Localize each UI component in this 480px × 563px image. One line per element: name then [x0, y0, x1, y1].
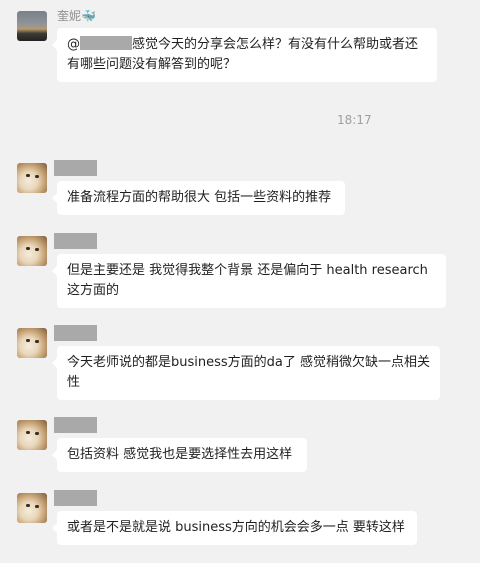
avatar[interactable]: [17, 163, 47, 193]
redacted-sender-name: [54, 325, 97, 341]
message-bubble[interactable]: @ 感觉今天的分享会怎么样？有没有什么帮助或者还有哪些问题没有解答到的呢？: [52, 28, 437, 82]
redacted-sender-name: [54, 160, 97, 176]
sender-name: 奎妮🐳: [57, 7, 96, 24]
message-text: 或者是不是就是说 business方向的机会会多一点 要转这样: [67, 520, 405, 535]
redacted-sender-name: [54, 233, 97, 249]
message-bubble[interactable]: 包括资料 感觉我也是要选择性去用这样: [52, 438, 307, 472]
message-text: 今天老师说的都是business方面的da了 感觉稍微欠缺一点相关性: [67, 355, 431, 390]
redacted-sender-name: [54, 417, 97, 433]
avatar[interactable]: [17, 420, 47, 450]
whale-icon: 🐳: [81, 9, 96, 23]
message-bubble[interactable]: 但是主要还是 我觉得我整个背景 还是偏向于 health research这方面…: [52, 254, 446, 308]
message-bubble[interactable]: 或者是不是就是说 business方向的机会会多一点 要转这样: [52, 511, 417, 545]
avatar[interactable]: [17, 236, 47, 266]
sender-name-text: 奎妮: [57, 9, 82, 23]
redacted-sender-name: [54, 490, 97, 506]
avatar[interactable]: [17, 493, 47, 523]
mention-at: @: [67, 37, 80, 52]
message-bubble[interactable]: 准备流程方面的帮助很大 包括一些资料的推荐: [52, 181, 345, 215]
avatar[interactable]: [17, 328, 47, 358]
redacted-name: [80, 36, 132, 50]
message-text: 包括资料 感觉我也是要选择性去用这样: [67, 447, 293, 462]
avatar[interactable]: [17, 11, 47, 41]
timestamp: 18:17: [337, 113, 372, 127]
message-text: 但是主要还是 我觉得我整个背景 还是偏向于 health research这方面…: [67, 263, 428, 298]
message-bubble[interactable]: 今天老师说的都是business方面的da了 感觉稍微欠缺一点相关性: [52, 346, 440, 400]
message-text: 准备流程方面的帮助很大 包括一些资料的推荐: [67, 190, 332, 205]
